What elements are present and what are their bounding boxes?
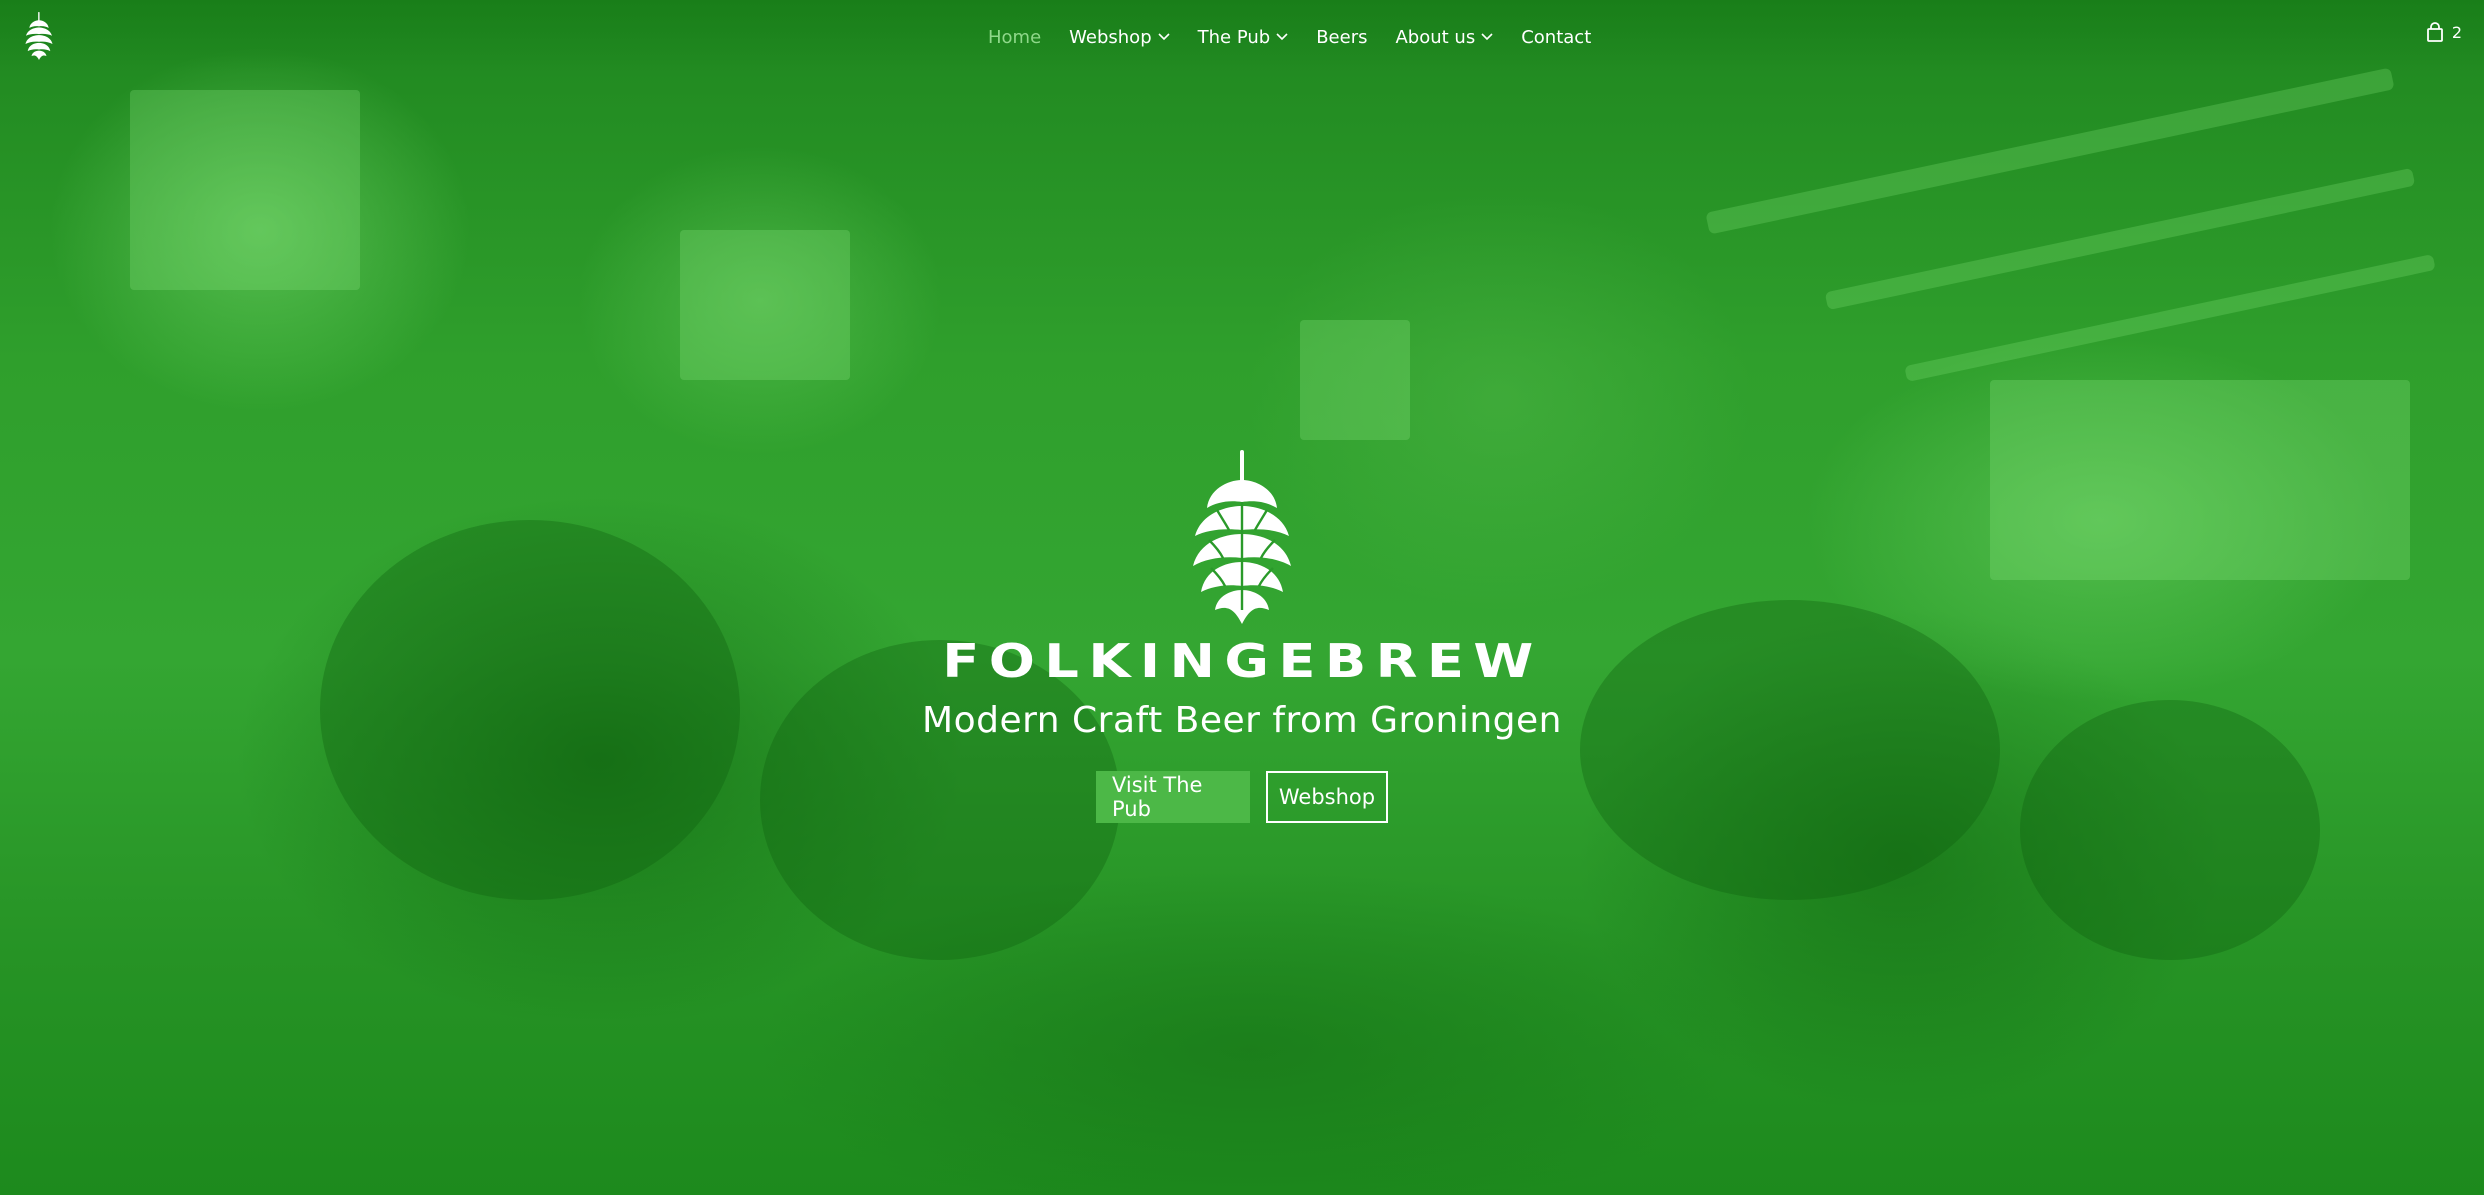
nav-item-label: The Pub: [1197, 26, 1271, 48]
nav-item-webshop[interactable]: Webshop: [1069, 26, 1170, 48]
shopping-bag-icon: [2426, 22, 2443, 42]
nav-item-label: Webshop: [1069, 26, 1152, 48]
nav-item-beers[interactable]: Beers: [1316, 27, 1367, 48]
cart-count-badge: 2: [2451, 22, 2462, 42]
nav-item-label: About us: [1395, 26, 1476, 48]
brand-wordmark: FOLKINGEBREW: [941, 634, 1543, 688]
chevron-down-icon: [1481, 33, 1493, 41]
background-window: [680, 230, 850, 380]
hero-content: FOLKINGEBREW Modern Craft Beer from Gron…: [0, 450, 2484, 823]
nav-item-the-pub[interactable]: The Pub: [1198, 27, 1289, 48]
nav-item-contact[interactable]: Contact: [1521, 27, 1591, 48]
background-window: [1300, 320, 1410, 440]
hero-buttons: Visit The Pub Webshop: [1096, 771, 1388, 823]
hero-section: Home Webshop The Pub Beers About us Cont…: [0, 0, 2484, 1195]
main-nav: Home Webshop The Pub Beers About us Cont…: [988, 22, 1619, 52]
nav-item-label: Contact: [1521, 26, 1592, 48]
top-navigation-bar: Home Webshop The Pub Beers About us Cont…: [0, 0, 2484, 72]
visit-pub-button[interactable]: Visit The Pub: [1096, 771, 1250, 823]
cart-button[interactable]: 2: [2426, 22, 2462, 42]
chevron-down-icon: [1276, 33, 1288, 41]
nav-item-label: Home: [988, 26, 1042, 48]
hop-cone-icon: [1193, 450, 1291, 624]
nav-item-label: Beers: [1316, 26, 1368, 48]
chevron-down-icon: [1158, 33, 1170, 41]
hero-tagline: Modern Craft Beer from Groningen: [922, 700, 1562, 741]
background-window: [130, 90, 360, 290]
nav-item-about-us[interactable]: About us: [1395, 27, 1493, 48]
hop-cone-icon[interactable]: [22, 12, 56, 60]
nav-item-home[interactable]: Home: [988, 27, 1041, 48]
webshop-button[interactable]: Webshop: [1266, 771, 1388, 823]
